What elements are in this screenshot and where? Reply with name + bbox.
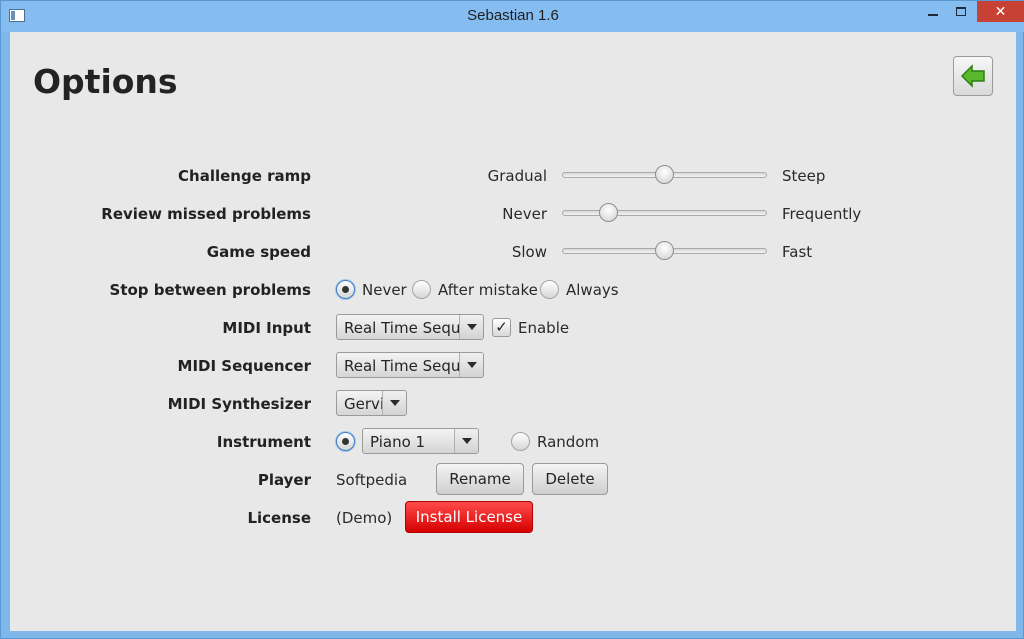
page-title: Options [33,62,178,101]
midi-input-value: Real Time Seque [344,319,470,337]
rename-button[interactable]: Rename [436,463,524,495]
instrument-random-radio[interactable] [511,432,530,451]
minimize-icon [928,13,938,16]
review-missed-min-label: Never [502,205,547,223]
midi-synthesizer-select[interactable]: Gervil [336,390,407,416]
slider-thumb[interactable] [599,203,618,222]
slider-track [562,210,767,216]
instrument-random-label[interactable]: Random [537,433,599,451]
player-name: Softpedia [336,471,408,489]
instrument-value: Piano 1 [370,433,426,451]
midi-sequencer-value: Real Time Seque [344,357,470,375]
player-label: Player [257,471,311,489]
stop-between-label: Stop between problems [109,281,311,299]
stop-after-mistake-radio[interactable] [412,280,431,299]
arrow-left-icon [960,64,985,88]
stop-after-mistake-label[interactable]: After mistake [438,281,538,299]
title-bar[interactable]: Sebastian 1.6 ✕ [1,1,1024,32]
challenge-ramp-min-label: Gradual [487,167,547,185]
app-window: Sebastian 1.6 ✕ Options Challenge ramp G… [0,0,1024,639]
checkmark-icon: ✓ [495,318,508,336]
game-speed-slider[interactable] [562,239,767,263]
midi-sequencer-label: MIDI Sequencer [177,357,311,375]
delete-button[interactable]: Delete [532,463,608,495]
slider-thumb[interactable] [655,165,674,184]
chevron-down-icon[interactable] [454,429,478,453]
close-button[interactable]: ✕ [977,1,1024,22]
chevron-down-icon[interactable] [459,315,483,339]
install-license-button[interactable]: Install License [405,501,533,533]
game-speed-max-label: Fast [782,243,813,261]
midi-synthesizer-label: MIDI Synthesizer [167,395,311,413]
instrument-fixed-radio[interactable] [336,432,355,451]
midi-input-label: MIDI Input [222,319,311,337]
stop-never-label[interactable]: Never [362,281,407,299]
close-icon: ✕ [994,3,1007,20]
challenge-ramp-max-label: Steep [782,167,826,185]
review-missed-max-label: Frequently [782,205,862,223]
license-label: License [247,509,311,527]
slider-thumb[interactable] [655,241,674,260]
game-speed-label: Game speed [206,243,311,261]
license-status: (Demo) [336,509,393,527]
midi-input-select[interactable]: Real Time Seque [336,314,484,340]
challenge-ramp-slider[interactable] [562,163,767,187]
minimize-button[interactable] [919,1,947,22]
options-panel: Options Challenge ramp Gradual Steep Rev… [10,32,1016,631]
chevron-down-icon[interactable] [382,391,406,415]
challenge-ramp-label: Challenge ramp [178,167,311,185]
review-missed-label: Review missed problems [101,205,311,223]
stop-never-radio[interactable] [336,280,355,299]
instrument-label: Instrument [216,433,311,451]
chevron-down-icon[interactable] [459,353,483,377]
instrument-select[interactable]: Piano 1 [362,428,479,454]
maximize-icon [956,7,966,16]
stop-always-label[interactable]: Always [566,281,619,299]
game-speed-min-label: Slow [511,243,547,261]
midi-input-enable-label[interactable]: Enable [518,319,569,337]
stop-always-radio[interactable] [540,280,559,299]
review-missed-slider[interactable] [562,201,767,225]
window-title: Sebastian 1.6 [467,7,559,24]
midi-input-enable-checkbox[interactable]: ✓ [492,318,511,337]
maximize-button[interactable] [947,1,975,22]
back-button[interactable] [953,56,993,96]
midi-sequencer-select[interactable]: Real Time Seque [336,352,484,378]
